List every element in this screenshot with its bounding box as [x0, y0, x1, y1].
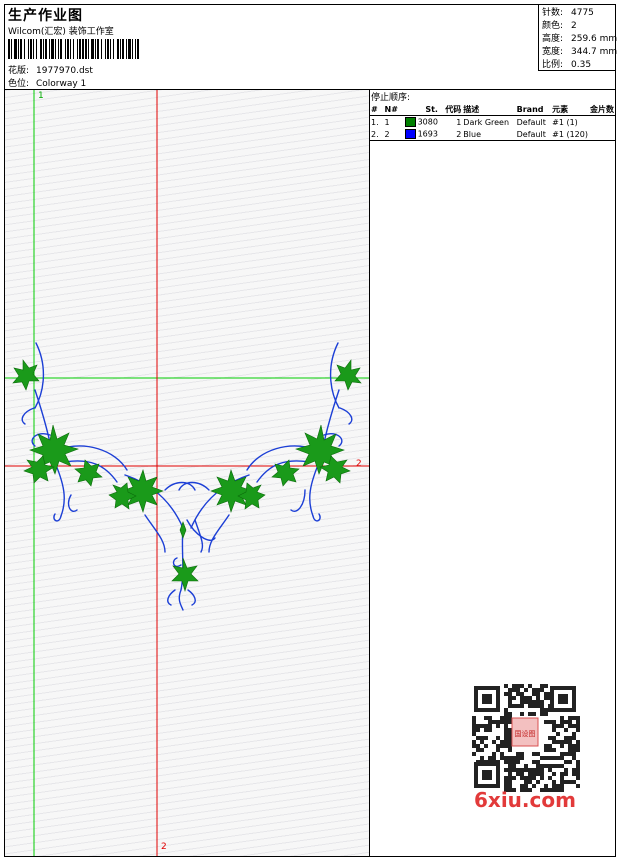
color-swatch-blue: [404, 129, 416, 139]
stat-label: 颜色:: [542, 21, 564, 31]
design-file-line: 花版: 1977970.dst: [8, 63, 93, 76]
color-swatch-dark-green: [404, 117, 416, 127]
col-header: #: [370, 103, 384, 116]
col-header: Brand: [515, 103, 552, 116]
red-guide-bottom-label: 2: [161, 842, 167, 852]
stat-scale: 比例: 0.35: [542, 59, 615, 72]
color-description: Blue: [462, 128, 516, 141]
colorway-line: 色位: Colorway 1: [8, 76, 86, 89]
red-guide-right-label: 2: [356, 459, 362, 469]
stat-value: 344.7 mm: [571, 47, 618, 57]
stat-value: 2: [571, 21, 577, 31]
design-preview: 1 2 2: [5, 90, 370, 856]
page-title: 生产作业图: [8, 8, 83, 24]
stop-sequence-title: 停止顺序:: [371, 93, 411, 103]
brand: Default: [515, 128, 552, 141]
sequin-count: [589, 116, 615, 129]
col-header: 描述: [462, 103, 516, 116]
green-guide-label: 1: [38, 91, 44, 101]
color-description: Dark Green: [463, 117, 510, 127]
barcode: [8, 39, 139, 59]
color-code: 2: [438, 128, 463, 141]
stitch-count: 3080: [417, 117, 438, 127]
needle-number: 1: [384, 117, 390, 127]
qr-center-text: 国设图: [515, 729, 536, 738]
element: #1 (1): [552, 117, 578, 127]
needle-number: 2: [383, 128, 402, 141]
design-file-value: 1977970.dst: [36, 66, 93, 76]
col-header: 金片数: [589, 103, 615, 116]
brand: Default: [516, 117, 546, 127]
stat-width: 宽度: 344.7 mm: [542, 46, 618, 59]
color-code: 1: [456, 117, 462, 127]
stop-sequence-table: # N# St. 代码 描述 Brand 元素 金片数 1. 1 3080 1 …: [370, 103, 615, 141]
stat-colors: 颜色: 2: [542, 20, 615, 33]
col-header: St.: [401, 103, 439, 116]
stat-value: 4775: [571, 8, 594, 18]
stitch-count: 1693: [417, 129, 438, 139]
stat-stitches: 针数: 4775: [542, 7, 615, 20]
stats-box: 针数: 4775 颜色: 2 高度: 259.6 mm 宽度: 344.7 mm 比例:…: [538, 5, 618, 72]
sequin-count: [589, 128, 615, 141]
row-index: 2.: [370, 128, 384, 141]
col-header: 代码: [438, 103, 463, 116]
stat-label: 高度:: [542, 34, 564, 44]
header: 生产作业图 Wilcom(汇宏) 装饰工作室 花版: 1977970.dst 色位…: [5, 5, 618, 90]
embroidery-canvas: [5, 90, 369, 856]
design-file-label: 花版:: [8, 66, 30, 76]
element: #1 (120): [551, 128, 589, 141]
row-index: 1.: [371, 117, 379, 127]
table-row: 1. 1 3080 1 Dark Green Default #1 (1): [370, 116, 615, 129]
table-row: 2. 2 1693 2 Blue Default #1 (120): [370, 128, 615, 141]
company-name: Wilcom(汇宏) 装饰工作室: [8, 27, 114, 37]
green-leaves: [12, 359, 362, 593]
col-header: N#: [383, 103, 402, 116]
stat-label: 针数:: [542, 8, 564, 18]
watermark-text: 6xiu.com: [474, 788, 576, 812]
stat-height: 高度: 259.6 mm: [542, 33, 618, 46]
qr-code: 国设图: [468, 680, 582, 794]
stat-label: 比例:: [542, 60, 564, 70]
stat-label: 宽度:: [542, 47, 564, 57]
colorway-value: Colorway 1: [36, 79, 87, 89]
stat-value: 259.6 mm: [571, 34, 618, 44]
stat-value: 0.35: [571, 60, 592, 70]
table-header-row: # N# St. 代码 描述 Brand 元素 金片数: [370, 103, 615, 116]
col-header: 元素: [551, 103, 589, 116]
colorway-label: 色位:: [8, 79, 30, 89]
